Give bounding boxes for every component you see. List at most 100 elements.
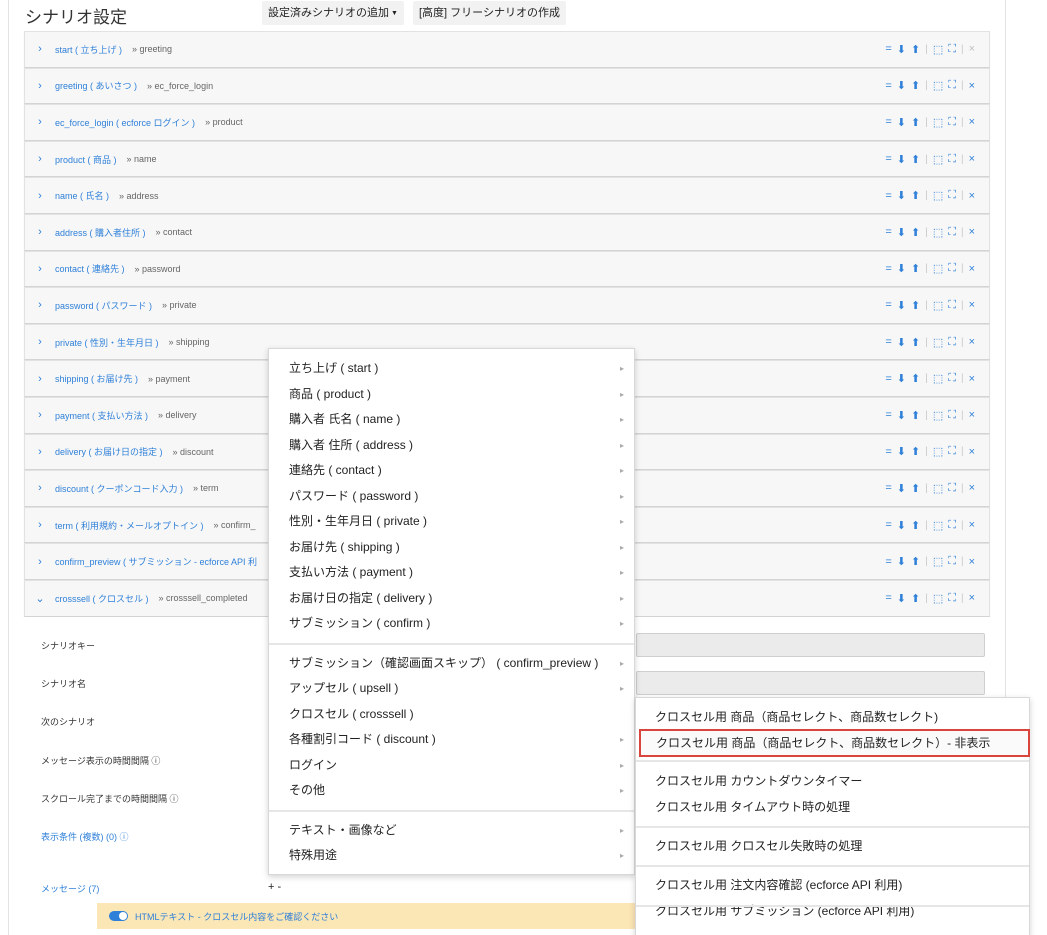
collapse-icon[interactable]: =	[885, 482, 891, 494]
delete-icon[interactable]: ×	[969, 519, 975, 531]
scenario-key-input[interactable]	[636, 633, 985, 657]
move-up-icon[interactable]: ⬆	[911, 153, 920, 166]
move-up-icon[interactable]: ⬆	[911, 43, 920, 56]
collapse-icon[interactable]: =	[885, 226, 891, 238]
display-conditions-link[interactable]: 表示条件 (複数) (0) ⓘ	[41, 830, 129, 843]
submenu-item[interactable]: クロスセル用 カウントダウンタイマー	[636, 769, 1029, 794]
chevron-right-icon[interactable]: ›	[25, 263, 55, 275]
collapse-icon[interactable]: =	[885, 556, 891, 568]
expand-icon[interactable]: ⛶	[948, 409, 956, 422]
collapse-icon[interactable]: =	[885, 43, 891, 55]
scenario-name[interactable]: contact ( 連絡先 )	[55, 262, 125, 275]
chevron-right-icon[interactable]: ›	[25, 373, 55, 385]
collapse-icon[interactable]: =	[885, 263, 891, 275]
scenario-row[interactable]: › name ( 氏名 ) » address = ⬇ ⬆ | ⬚ ⛶ | ×	[24, 177, 990, 214]
delete-icon[interactable]: ×	[969, 80, 975, 92]
move-up-icon[interactable]: ⬆	[911, 79, 920, 92]
collapse-icon[interactable]: =	[885, 519, 891, 531]
move-up-icon[interactable]: ⬆	[911, 555, 920, 568]
shrink-icon[interactable]: ⬚	[933, 482, 943, 495]
shrink-icon[interactable]: ⬚	[933, 372, 943, 385]
move-up-icon[interactable]: ⬆	[911, 189, 920, 202]
scenario-name[interactable]: password ( パスワード )	[55, 299, 152, 312]
shrink-icon[interactable]: ⬚	[933, 336, 943, 349]
move-up-icon[interactable]: ⬆	[911, 445, 920, 458]
move-down-icon[interactable]: ⬇	[897, 153, 906, 166]
move-up-icon[interactable]: ⬆	[911, 299, 920, 312]
move-up-icon[interactable]: ⬆	[911, 226, 920, 239]
move-down-icon[interactable]: ⬇	[897, 482, 906, 495]
shrink-icon[interactable]: ⬚	[933, 592, 943, 605]
menu-item[interactable]: お届け先 ( shipping ) ▸	[269, 535, 634, 560]
chevron-right-icon[interactable]: ›	[25, 190, 55, 202]
scenario-name[interactable]: payment ( 支払い方法 )	[55, 409, 148, 422]
delete-icon[interactable]: ×	[969, 592, 975, 604]
move-up-icon[interactable]: ⬆	[911, 336, 920, 349]
move-up-icon[interactable]: ⬆	[911, 482, 920, 495]
add-remove-message-controls[interactable]: + -	[268, 881, 281, 893]
move-up-icon[interactable]: ⬆	[911, 409, 920, 422]
expand-icon[interactable]: ⛶	[948, 445, 956, 458]
menu-item[interactable]: 各種割引コード ( discount ) ▸	[269, 727, 634, 752]
scenario-name[interactable]: greeting ( あいさつ )	[55, 79, 137, 92]
shrink-icon[interactable]: ⬚	[933, 153, 943, 166]
delete-icon[interactable]: ×	[969, 373, 975, 385]
collapse-icon[interactable]: =	[885, 153, 891, 165]
expand-icon[interactable]: ⛶	[948, 336, 956, 349]
move-up-icon[interactable]: ⬆	[911, 372, 920, 385]
expand-icon[interactable]: ⛶	[948, 226, 956, 239]
collapse-icon[interactable]: =	[885, 373, 891, 385]
menu-item[interactable]: 支払い方法 ( payment ) ▸	[269, 560, 634, 585]
move-down-icon[interactable]: ⬇	[897, 262, 906, 275]
menu-item[interactable]: アップセル ( upsell ) ▸	[269, 676, 634, 701]
expand-icon[interactable]: ⛶	[948, 482, 956, 495]
chevron-right-icon[interactable]: ›	[25, 116, 55, 128]
expand-icon[interactable]: ⛶	[948, 519, 956, 532]
scenario-row[interactable]: › address ( 購入者住所 ) » contact = ⬇ ⬆ | ⬚ ⛶ | ×	[24, 213, 990, 251]
shrink-icon[interactable]: ⬚	[933, 262, 943, 275]
scenario-name[interactable]: delivery ( お届け日の指定 )	[55, 445, 163, 458]
menu-item[interactable]: 立ち上げ ( start ) ▸	[269, 356, 634, 381]
chevron-right-icon[interactable]: ›	[25, 446, 55, 458]
delete-icon[interactable]: ×	[969, 226, 975, 238]
add-preset-scenario-button[interactable]: 設定済みシナリオの追加 ▼	[262, 1, 404, 25]
menu-item[interactable]: 性別・生年月日 ( private ) ▸	[269, 509, 634, 534]
scenario-name[interactable]: crosssell ( クロスセル )	[55, 592, 149, 605]
shrink-icon[interactable]: ⬚	[933, 409, 943, 422]
shrink-icon[interactable]: ⬚	[933, 555, 943, 568]
move-up-icon[interactable]: ⬆	[911, 116, 920, 129]
shrink-icon[interactable]: ⬚	[933, 189, 943, 202]
menu-item[interactable]: 特殊用途 ▸	[269, 843, 634, 868]
scenario-row[interactable]: › password ( パスワード ) » private = ⬇ ⬆ | ⬚ ⛶ | ×	[24, 287, 990, 324]
chevron-right-icon[interactable]: ›	[25, 409, 55, 421]
move-down-icon[interactable]: ⬇	[897, 372, 906, 385]
chevron-right-icon[interactable]: ›	[25, 482, 55, 494]
delete-icon[interactable]: ×	[969, 116, 975, 128]
collapse-icon[interactable]: =	[885, 446, 891, 458]
expand-icon[interactable]: ⛶	[948, 79, 956, 92]
chevron-right-icon[interactable]: ›	[25, 336, 55, 348]
expand-icon[interactable]: ⛶	[948, 372, 956, 385]
expand-icon[interactable]: ⛶	[948, 299, 956, 312]
expand-icon[interactable]: ⛶	[948, 592, 956, 605]
scenario-name[interactable]: ec_force_login ( ecforce ログイン )	[55, 116, 195, 129]
message-item[interactable]: HTMLテキスト - クロスセル内容をご確認ください	[97, 903, 637, 929]
collapse-icon[interactable]: =	[885, 80, 891, 92]
scenario-name[interactable]: product ( 商品 )	[55, 153, 117, 166]
scenario-name[interactable]: private ( 性別・生年月日 )	[55, 336, 159, 349]
shrink-icon[interactable]: ⬚	[933, 226, 943, 239]
shrink-icon[interactable]: ⬚	[933, 445, 943, 458]
chevron-right-icon[interactable]: ›	[25, 43, 55, 55]
menu-item[interactable]: クロスセル ( crosssell )	[269, 702, 634, 727]
menu-item[interactable]: サブミッション（確認画面スキップ） ( confirm_preview ) ▸	[269, 651, 634, 676]
move-down-icon[interactable]: ⬇	[897, 409, 906, 422]
scenario-name[interactable]: start ( 立ち上げ )	[55, 43, 122, 56]
scenario-name[interactable]: confirm_preview ( サブミッション - ecforce API …	[55, 555, 257, 568]
move-down-icon[interactable]: ⬇	[897, 519, 906, 532]
scenario-row[interactable]: › start ( 立ち上げ ) » greeting = ⬇ ⬆ | ⬚ ⛶ | ×	[24, 31, 990, 68]
create-free-scenario-button[interactable]: [高度] フリーシナリオの作成	[413, 1, 566, 25]
expand-icon[interactable]: ⛶	[948, 262, 956, 275]
move-down-icon[interactable]: ⬇	[897, 592, 906, 605]
expand-icon[interactable]: ⛶	[948, 555, 956, 568]
move-down-icon[interactable]: ⬇	[897, 189, 906, 202]
